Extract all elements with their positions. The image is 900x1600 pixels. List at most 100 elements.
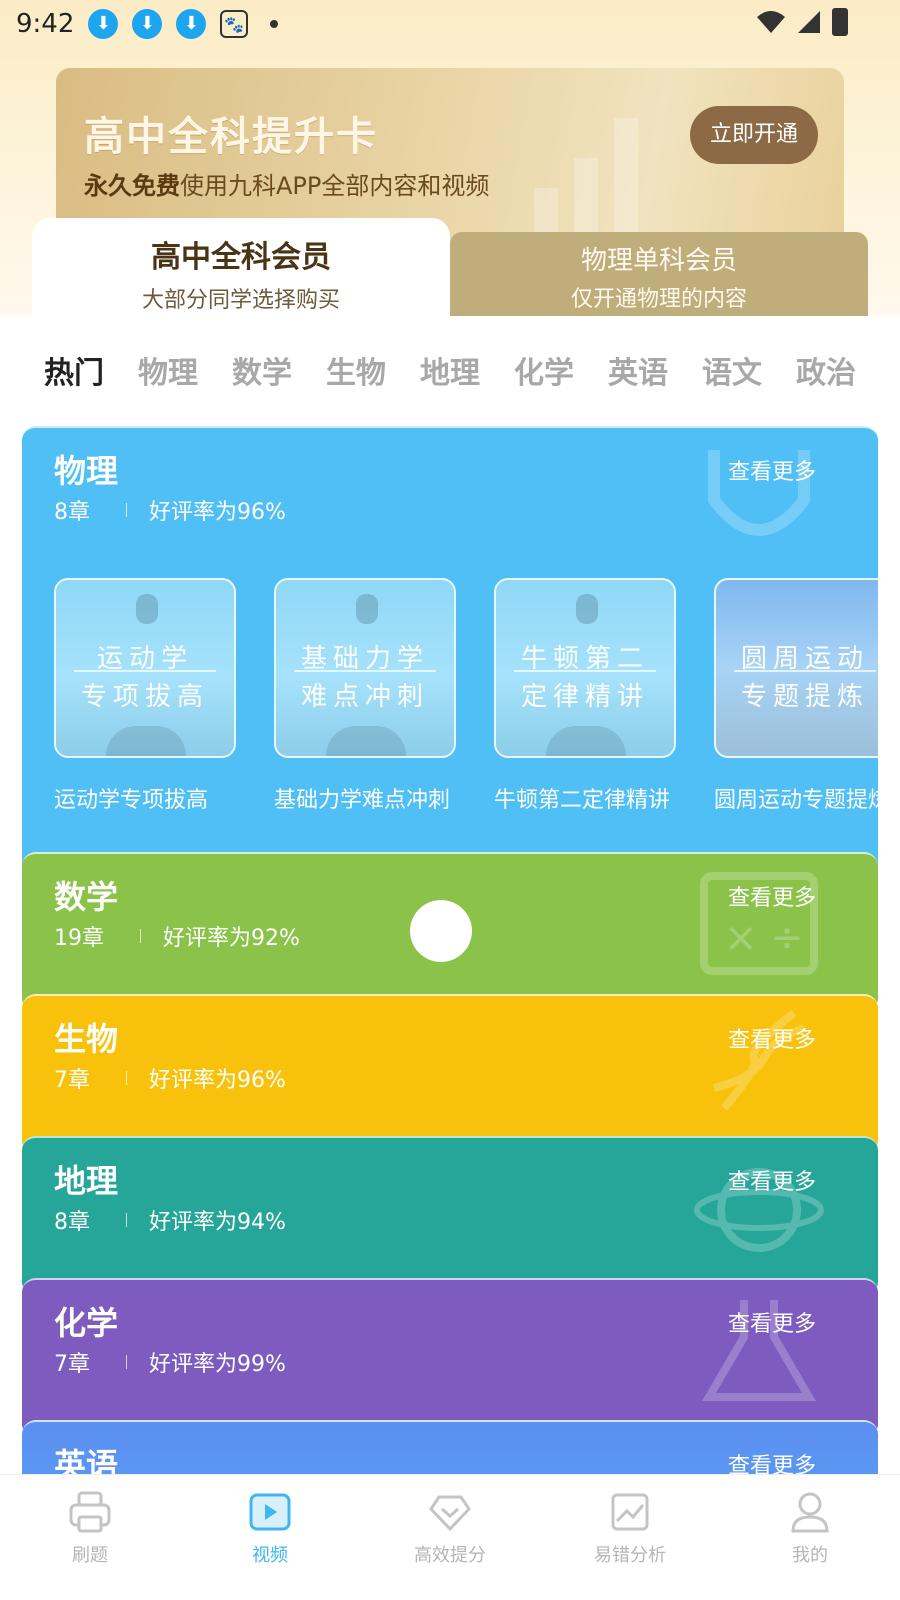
tab-all-title: 高中全科会员 [151,240,331,275]
thumbnail-title-line2: 定律精讲 [520,682,649,712]
thumbnail-decoration [326,726,406,756]
printer-icon [69,1491,111,1533]
tab-all-subjects-membership[interactable]: 高中全科会员 大部分同学选择购买 [32,218,450,328]
course-label: 牛顿第二定律精讲 [494,788,671,813]
thumbnail-rule [294,670,436,672]
growth-chart-icon [534,118,638,248]
rating-text: 好评率为96% [149,500,286,525]
card-title: 化学 [54,1304,119,1342]
video-icon [249,1493,291,1531]
chapter-count: 7章 [54,1068,90,1093]
card-title: 地理 [54,1162,119,1200]
thumbnail-decoration [356,594,378,624]
tab-single-subject-membership[interactable]: 物理单科会员 仅开通物理的内容 [450,232,868,316]
tab-physics[interactable]: 物理 [138,348,198,404]
tab-chinese[interactable]: 语文 [702,348,762,404]
dot-icon [270,20,279,28]
chapter-count: 8章 [54,1210,90,1235]
tab-hot[interactable]: 热门 [44,348,104,404]
course-thumbnail: 基础力学 难点冲刺 [274,578,456,758]
rating-text: 好评率为92% [163,926,300,951]
view-more-link[interactable]: 查看更多 [728,1306,816,1338]
course-item[interactable]: 基础力学 难点冲刺 基础力学难点冲刺 [274,578,494,814]
course-list: 运动学 专项拔高 运动学专项拔高 基础力学 难点冲刺 基础力学难点冲刺 牛顿第二 [54,578,878,814]
thumbnail-decoration [136,594,158,624]
touch-indicator [410,900,472,962]
tab-single-title: 物理单科会员 [580,246,737,276]
course-card-physics[interactable]: 物理 8章 好评率为96% 查看更多 运动学 专项拔高 运动学专项拔高 基础力学… [22,426,878,926]
card-meta: 8章 好评率为96% [54,494,286,526]
course-label: 基础力学难点冲刺 [274,788,451,813]
course-label: 圆周运动专题提炼 [714,788,878,813]
rating-text: 好评率为99% [149,1352,286,1377]
svg-text:× ÷: × ÷ [724,915,804,961]
rating-text: 好评率为96% [149,1068,286,1093]
course-item[interactable]: 运动学 专项拔高 运动学专项拔高 [54,578,274,814]
download-icon: ⬇ [176,9,207,39]
course-label: 运动学专项拔高 [54,788,209,813]
course-card-chemistry[interactable]: 化学 7章 好评率为99% 查看更多 [22,1278,878,1438]
card-title: 物理 [54,452,119,490]
thumbnail-rule [514,670,656,672]
card-meta: 19章 好评率为92% [54,920,300,952]
tab-chemistry[interactable]: 化学 [514,348,574,404]
nav-item-video[interactable]: 视频 [180,1475,360,1600]
course-item[interactable]: 牛顿第二 定律精讲 牛顿第二定律精讲 [494,578,714,814]
download-icon: ⬇ [132,9,163,39]
status-bar: 9:42 ⬇ ⬇ ⬇ 🐾 [0,0,900,48]
nav-label: 视频 [252,1545,288,1566]
meta-divider [126,503,127,517]
nav-item-mistake-analysis[interactable]: 易错分析 [540,1475,720,1600]
tab-english[interactable]: 英语 [608,348,668,404]
view-more-link[interactable]: 查看更多 [728,454,816,486]
chapter-count: 19章 [54,926,104,951]
meta-divider [140,929,141,943]
view-more-link[interactable]: 查看更多 [728,880,816,912]
thumbnail-title-line2: 难点冲刺 [300,682,429,712]
chart-image-icon [611,1493,649,1531]
promo-subtitle: 永久免费使用九科APP全部内容和视频 [84,166,489,201]
promo-title: 高中全科提升卡 [84,114,378,160]
wifi-icon [757,11,785,33]
status-right-icons [756,8,848,36]
meta-divider [126,1213,127,1227]
meta-divider [126,1355,127,1369]
nav-item-practice[interactable]: 刷题 [0,1475,180,1600]
tab-politics[interactable]: 政治 [796,348,856,404]
thumbnail-rule [734,670,876,672]
course-card-geography[interactable]: 地理 8章 好评率为94% 查看更多 [22,1136,878,1296]
thumbnail-title-line2: 专项拔高 [80,682,209,712]
tab-biology[interactable]: 生物 [326,348,386,404]
nav-item-boost[interactable]: 高效提分 [360,1475,540,1600]
course-thumbnail: 牛顿第二 定律精讲 [494,578,676,758]
course-thumbnail: 圆周运动 专题提炼 [714,578,878,758]
card-title: 生物 [54,1020,119,1058]
diamond-heart-icon [429,1495,471,1532]
meta-divider [126,1071,127,1085]
tab-math[interactable]: 数学 [232,348,292,404]
chapter-count: 7章 [54,1352,90,1377]
bottom-navigation: 刷题 视频 高效提分 易错分析 我的 [0,1474,900,1600]
course-thumbnail: 运动学 专项拔高 [54,578,236,758]
thumbnail-decoration [106,726,186,756]
tab-geography[interactable]: 地理 [420,348,480,404]
signal-icon [798,11,820,33]
nav-item-mine[interactable]: 我的 [720,1475,900,1600]
view-more-link[interactable]: 查看更多 [728,1022,816,1054]
view-more-link[interactable]: 查看更多 [728,1164,816,1196]
chapter-count: 8章 [54,500,90,525]
thumbnail-decoration [546,726,626,756]
nav-label: 易错分析 [594,1545,666,1566]
course-card-biology[interactable]: 生物 7章 好评率为96% 查看更多 [22,994,878,1154]
activate-now-button[interactable]: 立即开通 [690,106,818,164]
promo-sub-rest: 使用九科APP全部内容和视频 [180,172,490,200]
tab-all-subtitle: 大部分同学选择购买 [141,288,340,313]
tab-single-subtitle: 仅开通物理的内容 [570,287,747,312]
course-item[interactable]: 圆周运动 专题提炼 圆周运动专题提炼 [714,578,878,814]
user-icon [791,1492,829,1533]
promo-sub-bold: 永久免费 [84,172,180,200]
thumbnail-decoration [576,594,598,624]
status-time: 9:42 [16,9,75,39]
nav-label: 刷题 [72,1545,108,1566]
nav-label: 我的 [792,1545,828,1566]
